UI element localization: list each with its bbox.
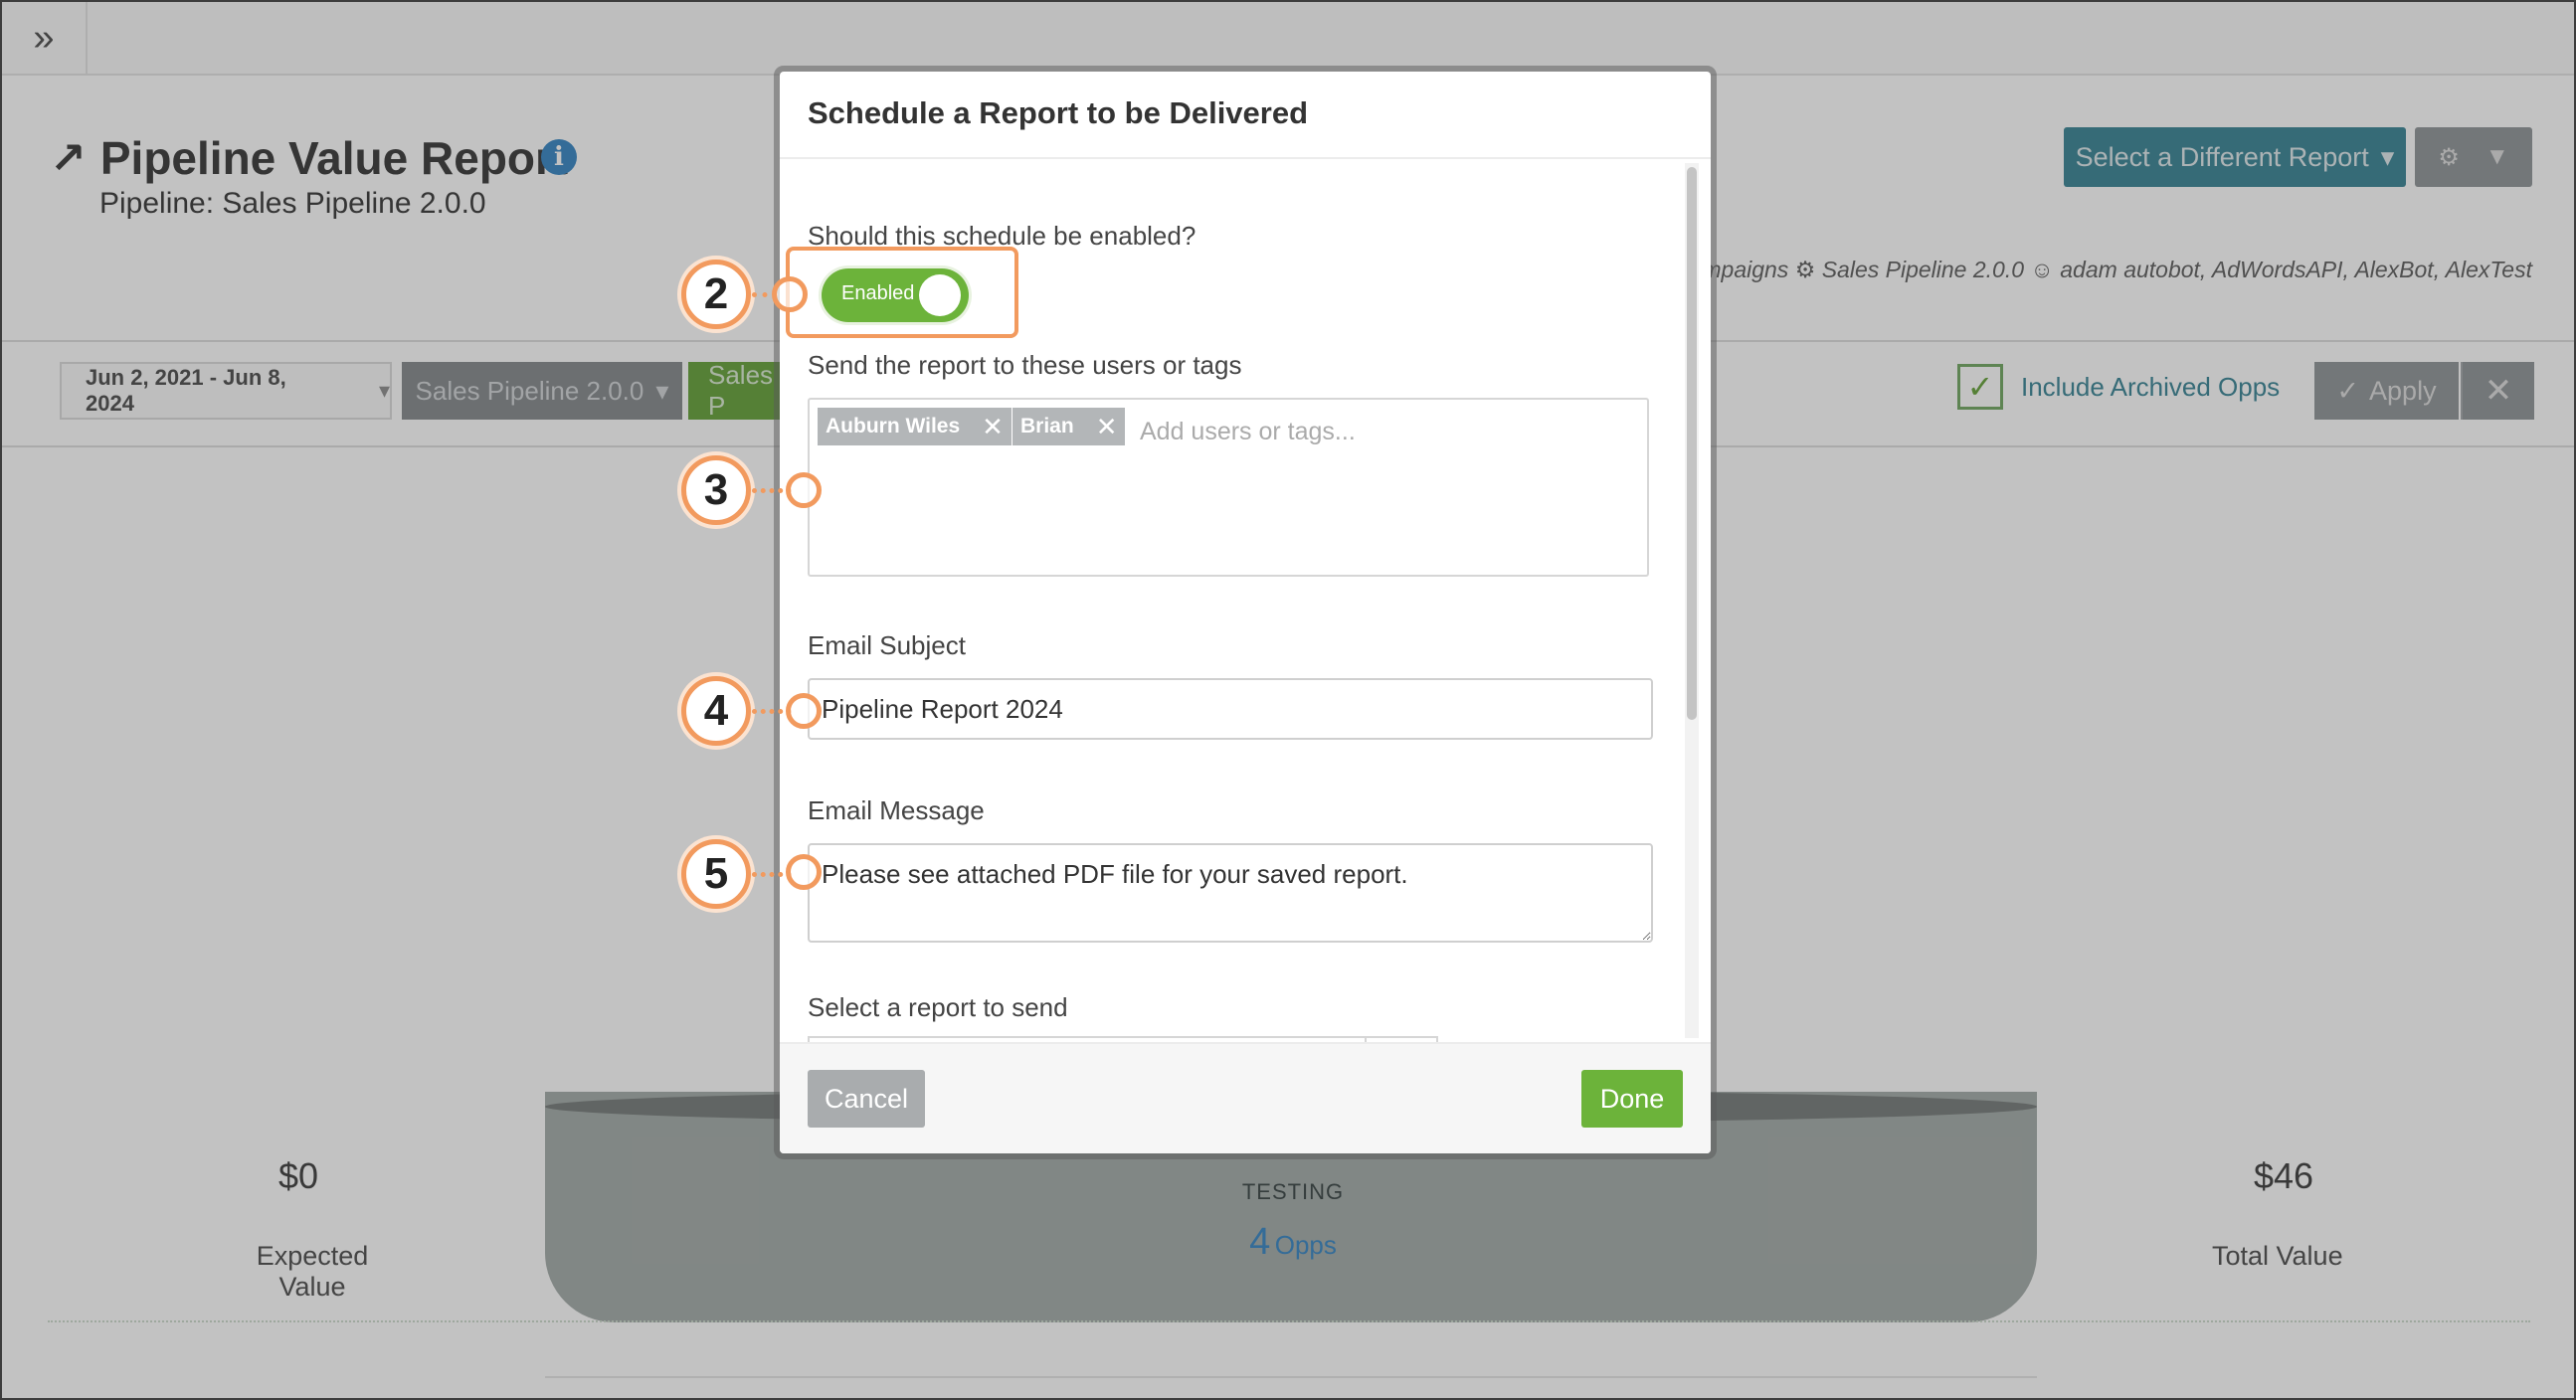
remove-tag-icon[interactable]: ✕ <box>982 412 1004 442</box>
cancel-button[interactable]: Cancel <box>808 1070 925 1128</box>
email-subject-input[interactable] <box>808 678 1653 740</box>
modal-header: Schedule a Report to be Delivered <box>780 72 1711 159</box>
toggle-knob <box>919 274 961 316</box>
callout-2: 2 <box>681 260 751 329</box>
callout-target-ring <box>786 854 822 890</box>
select-report-label: Select a report to send <box>808 992 1068 1022</box>
callout-4: 4 <box>681 676 751 746</box>
callout-5: 5 <box>681 839 751 909</box>
schedule-report-modal: Schedule a Report to be Delivered Should… <box>780 72 1711 1153</box>
modal-scrollbar-thumb[interactable] <box>1687 167 1697 720</box>
recipients-label: Send the report to these users or tags <box>808 350 1242 380</box>
email-message-textarea[interactable]: Please see attached PDF file for your sa… <box>808 843 1653 943</box>
callout-target-ring <box>786 693 822 729</box>
recipients-field[interactable]: Auburn Wiles ✕ Brian ✕ <box>808 398 1649 577</box>
recipient-tag: Brian ✕ <box>1012 408 1126 445</box>
recipient-tag: Auburn Wiles ✕ <box>818 408 1012 445</box>
remove-tag-icon[interactable]: ✕ <box>1096 412 1118 442</box>
enabled-toggle-label: Enabled <box>841 282 915 304</box>
done-button[interactable]: Done <box>1581 1070 1683 1128</box>
modal-title: Schedule a Report to be Delivered <box>808 95 1309 130</box>
recipients-input[interactable] <box>1138 414 1619 449</box>
email-message-label: Email Message <box>808 795 985 825</box>
email-subject-label: Email Subject <box>808 630 966 660</box>
callout-target-ring <box>772 276 808 312</box>
recipient-tag-label: Brian <box>1020 415 1074 438</box>
recipient-tag-label: Auburn Wiles <box>826 415 961 438</box>
callout-target-ring <box>786 472 822 508</box>
enabled-toggle[interactable]: Enabled <box>822 268 969 322</box>
callout-3: 3 <box>681 455 751 525</box>
